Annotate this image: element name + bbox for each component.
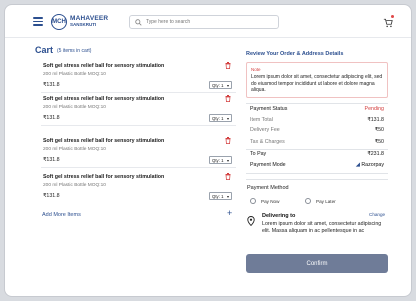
delete-icon[interactable] [225, 173, 231, 180]
payment-mode-label: Payment Mode [250, 162, 286, 168]
quantity-value: Qty: 1 [212, 82, 224, 88]
chevron-down-icon: ▾ [226, 194, 229, 199]
to-pay-value: ₹231.8 [367, 151, 384, 157]
tax-label: Tax & Charges [250, 139, 285, 145]
quantity-value: Qty: 1 [212, 115, 224, 121]
cart-item-count: (5 items in cart) [57, 48, 92, 54]
divider [246, 103, 388, 104]
cart-item: Soft gel stress relief ball for sensory … [41, 135, 236, 168]
note-text: Lorem ipsum dolor sit amet, consectetur … [251, 74, 383, 93]
quantity-select[interactable]: Qty: 1 ▾ [209, 156, 232, 164]
razorpay-icon: ◢ [355, 162, 360, 168]
quantity-select[interactable]: Qty: 1 ▾ [209, 114, 232, 122]
chevron-down-icon: ▾ [226, 116, 229, 121]
tax-value: ₹50 [374, 139, 384, 145]
cart-item: Soft gel stress relief ball for sensory … [41, 60, 236, 93]
item-details: 200 ml Plastic Bottle MOQ:10 [43, 183, 106, 188]
quantity-value: Qty: 1 [212, 193, 224, 199]
payment-status-label: Payment Status [250, 106, 288, 112]
search-input[interactable] [146, 19, 266, 25]
delete-icon[interactable] [225, 95, 231, 102]
item-details: 200 ml Plastic Bottle MOQ:10 [43, 72, 106, 77]
cart-item: Soft gel stress relief ball for sensory … [41, 93, 236, 126]
delivery-address: Lorem ipsum dolor sit amet, consectetur … [262, 221, 382, 234]
item-price: ₹131.8 [43, 193, 60, 199]
note-label: Note [251, 67, 261, 72]
divider [246, 173, 388, 174]
payment-mode-value: ◢ Razorpay [356, 162, 384, 168]
delete-icon[interactable] [225, 62, 231, 69]
item-details: 200 ml Plastic Bottle MOQ:10 [43, 147, 106, 152]
item-total-label: Item Total [250, 117, 273, 123]
pay-now-radio[interactable]: Pay Now [250, 198, 279, 204]
change-address-link[interactable]: Change [369, 212, 385, 217]
menu-icon[interactable] [33, 17, 43, 26]
item-price: ₹131.8 [43, 115, 60, 121]
chevron-down-icon: ▾ [226, 158, 229, 163]
payment-status-value: Pending [364, 106, 384, 112]
payment-method-title: Payment Method [247, 185, 289, 191]
pay-now-label: Pay Now [261, 198, 280, 204]
divider [246, 149, 388, 150]
chevron-down-icon: ▾ [226, 83, 229, 88]
shopping-cart-icon [383, 18, 393, 28]
item-name: Soft gel stress relief ball for sensory … [43, 96, 165, 102]
delivery-fee-value: ₹50 [374, 127, 384, 133]
note-box: Note Lorem ipsum dolor sit amet, consect… [246, 62, 388, 98]
plus-icon[interactable]: + [227, 208, 232, 218]
item-details: 200 ml Plastic Bottle MOQ:10 [43, 105, 106, 110]
cart-title: Cart [35, 45, 54, 55]
add-more-items-link[interactable]: Add More Items [42, 212, 81, 218]
radio-circle-icon [305, 198, 311, 204]
item-name: Soft gel stress relief ball for sensory … [43, 138, 165, 144]
delete-icon[interactable] [225, 137, 231, 144]
search-icon [135, 18, 142, 26]
review-title: Review Your Order & Address Details [246, 51, 344, 57]
location-pin-icon [247, 216, 255, 226]
cart-item: Soft gel stress relief ball for sensory … [41, 171, 236, 204]
item-name: Soft gel stress relief ball for sensory … [43, 174, 165, 180]
item-price: ₹131.8 [43, 82, 60, 88]
logo-badge: MCH [51, 14, 67, 30]
logo-sub: SANSKRUTI [70, 22, 97, 27]
app-window: MCH MAHAVEER SANSKRUTI Cart (5 items in … [4, 4, 412, 297]
radio-circle-icon [250, 198, 256, 204]
confirm-button[interactable]: Confirm [246, 254, 388, 273]
pay-later-radio[interactable]: Pay Later [305, 198, 336, 204]
cart-badge-dot [391, 15, 394, 18]
quantity-select[interactable]: Qty: 1 ▾ [209, 81, 232, 89]
payment-mode-text: Razorpay [361, 162, 384, 168]
to-pay-label: To Pay [250, 151, 267, 157]
item-name: Soft gel stress relief ball for sensory … [43, 63, 165, 69]
search-bar[interactable] [129, 15, 279, 29]
item-price: ₹131.8 [43, 157, 60, 163]
divider [246, 179, 388, 180]
quantity-value: Qty: 1 [212, 157, 224, 163]
quantity-select[interactable]: Qty: 1 ▾ [209, 192, 232, 200]
cart-icon[interactable] [383, 15, 395, 28]
delivery-fee-label: Delivery Fee [250, 127, 280, 133]
delivering-to-title: Delivering to [262, 213, 296, 219]
item-total-value: ₹131.8 [367, 117, 384, 123]
brand-logo[interactable]: MCH MAHAVEER SANSKRUTI [51, 14, 108, 30]
top-header: MCH MAHAVEER SANSKRUTI [5, 5, 411, 38]
pay-later-label: Pay Later [316, 198, 336, 204]
